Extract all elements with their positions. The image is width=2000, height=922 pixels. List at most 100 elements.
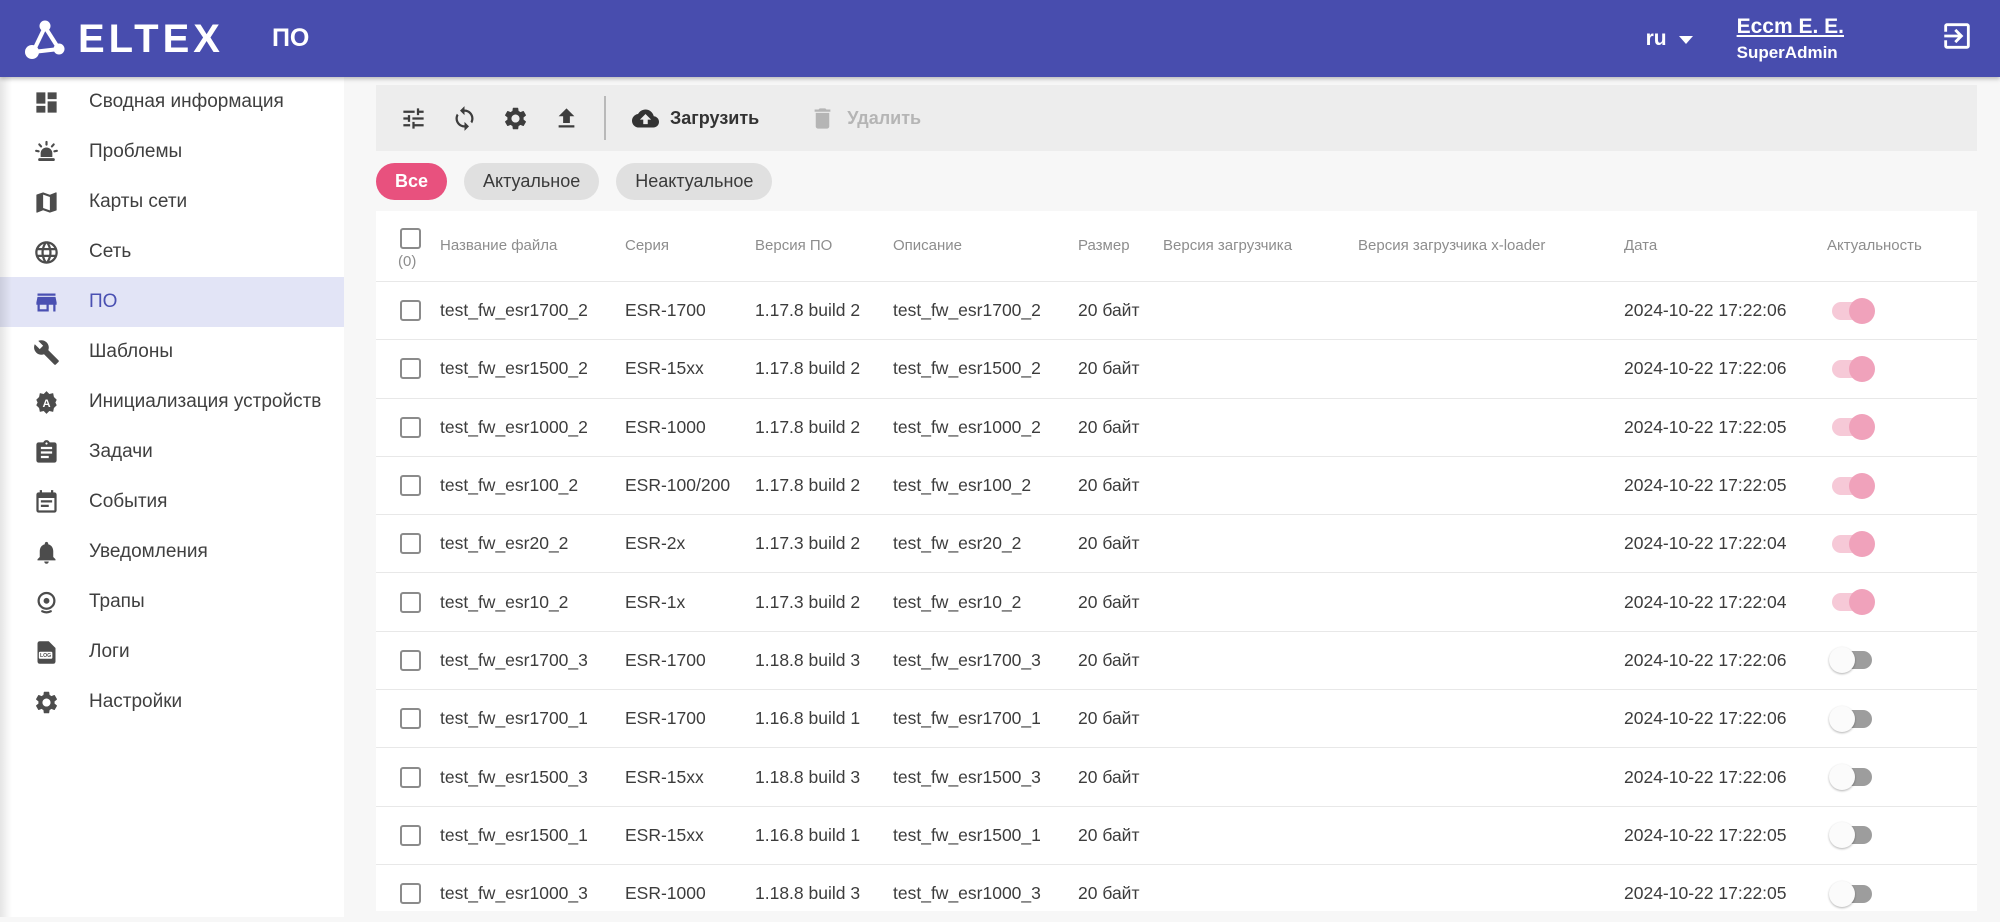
toggle-knob (1829, 822, 1855, 848)
actuality-toggle[interactable] (1829, 821, 1875, 849)
select-all-checkbox[interactable] (400, 228, 421, 249)
gear-button[interactable] (502, 105, 529, 132)
toggle-knob (1849, 414, 1875, 440)
sidebar-item-11[interactable]: Трапы (0, 577, 344, 627)
select-all-cell: (0) (376, 211, 440, 270)
actuality-toggle[interactable] (1829, 355, 1875, 383)
row-checkbox[interactable] (400, 358, 421, 379)
sidebar-item-8[interactable]: Задачи (0, 427, 344, 477)
cell-version: 1.17.8 build 2 (755, 417, 893, 438)
row-checkbox[interactable] (400, 533, 421, 554)
language-label: ru (1646, 27, 1667, 51)
cell-name: test_fw_esr1500_1 (440, 825, 625, 846)
sidebar-item-5[interactable]: ПО (0, 277, 344, 327)
row-checkbox-cell (376, 475, 440, 496)
sidebar-item-2[interactable]: Проблемы (0, 127, 344, 177)
cell-description: test_fw_esr100_2 (893, 475, 1078, 496)
tasks-icon (33, 439, 60, 466)
toggle-knob (1849, 356, 1875, 382)
actuality-toggle[interactable] (1829, 705, 1875, 733)
sidebar-item-12[interactable]: LOG Логи (0, 627, 344, 677)
firmware-table: (0) Название файлаСерияВерсия ПООписание… (376, 211, 1977, 911)
svg-text:LOG: LOG (40, 653, 51, 659)
column-header: Название файла (440, 211, 625, 254)
upload-icon (553, 105, 580, 132)
upload-firmware-button[interactable]: Загрузить (632, 105, 759, 132)
cell-size: 20 байт (1078, 650, 1163, 671)
cell-series: ESR-1700 (625, 708, 755, 729)
sidebar-item-13[interactable]: Настройки (0, 677, 344, 727)
sidebar-item-label: Задачи (89, 441, 153, 463)
row-checkbox[interactable] (400, 417, 421, 438)
actuality-toggle[interactable] (1829, 472, 1875, 500)
sidebar-item-label: Карты сети (89, 191, 187, 213)
row-checkbox-cell (376, 883, 440, 904)
cell-size: 20 байт (1078, 592, 1163, 613)
row-checkbox[interactable] (400, 767, 421, 788)
actuality-filter-chips: Все Актуальное Неактуальное (376, 163, 2000, 200)
actuality-cell (1827, 413, 1977, 441)
actuality-toggle[interactable] (1829, 588, 1875, 616)
row-checkbox[interactable] (400, 883, 421, 904)
cell-name: test_fw_esr100_2 (440, 475, 625, 496)
row-checkbox[interactable] (400, 592, 421, 613)
sidebar-item-label: Логи (89, 641, 130, 663)
language-selector[interactable]: ru (1646, 27, 1693, 51)
sidebar-item-3[interactable]: Карты сети (0, 177, 344, 227)
table-row: test_fw_esr1700_3ESR-17001.18.8 build 3t… (376, 631, 1977, 689)
actuality-toggle[interactable] (1829, 646, 1875, 674)
sidebar-item-label: Инициализация устройств (89, 391, 321, 413)
toggle-knob (1849, 298, 1875, 324)
map-icon (33, 189, 60, 216)
row-checkbox[interactable] (400, 650, 421, 671)
sidebar-item-label: Трапы (89, 591, 145, 613)
filter-chip-3[interactable]: Неактуальное (616, 163, 772, 200)
cell-version: 1.17.3 build 2 (755, 592, 893, 613)
tune-icon (400, 105, 427, 132)
cell-date: 2024-10-22 17:22:05 (1624, 417, 1827, 438)
sidebar-item-label: Проблемы (89, 141, 182, 163)
row-checkbox-cell (376, 300, 440, 321)
actuality-toggle[interactable] (1829, 297, 1875, 325)
refresh-button[interactable] (451, 105, 478, 132)
upload-button[interactable] (553, 105, 580, 132)
sidebar-item-1[interactable]: Сводная информация (0, 77, 344, 127)
actuality-toggle[interactable] (1829, 413, 1875, 441)
eltex-logo[interactable]: ELTEX (22, 16, 224, 62)
sidebar-item-7[interactable]: AИнициализация устройств (0, 377, 344, 427)
logout-button[interactable] (1940, 19, 1974, 58)
sidebar-item-6[interactable]: Шаблоны (0, 327, 344, 377)
actuality-cell (1827, 297, 1977, 325)
row-checkbox[interactable] (400, 300, 421, 321)
delete-firmware-button[interactable]: Удалить (809, 105, 921, 132)
row-checkbox[interactable] (400, 708, 421, 729)
sidebar-item-10[interactable]: Уведомления (0, 527, 344, 577)
row-checkbox[interactable] (400, 475, 421, 496)
main-content: Загрузить Удалить Все Актуальное Неактуаль… (344, 77, 2000, 917)
page-title: ПО (272, 24, 309, 53)
cell-version: 1.18.8 build 3 (755, 883, 893, 904)
actuality-toggle[interactable] (1829, 530, 1875, 558)
user-name-link[interactable]: Eccm E. E. (1737, 14, 1844, 40)
filter-chip-2[interactable]: Актуальное (464, 163, 599, 200)
sidebar-item-4[interactable]: Сеть (0, 227, 344, 277)
cell-version: 1.18.8 build 3 (755, 650, 893, 671)
toggle-knob (1829, 764, 1855, 790)
column-header: Дата (1624, 211, 1827, 254)
filter-chip-1[interactable]: Все (376, 163, 447, 200)
sidebar-item-9[interactable]: События (0, 477, 344, 527)
actuality-cell (1827, 355, 1977, 383)
cell-date: 2024-10-22 17:22:06 (1624, 708, 1827, 729)
cell-name: test_fw_esr1700_1 (440, 708, 625, 729)
tune-button[interactable] (400, 105, 427, 132)
row-checkbox[interactable] (400, 825, 421, 846)
toggle-knob (1849, 531, 1875, 557)
settings-icon (33, 689, 60, 716)
actuality-toggle[interactable] (1829, 880, 1875, 908)
table-row: test_fw_esr1000_2ESR-10001.17.8 build 2t… (376, 398, 1977, 456)
cell-series: ESR-1000 (625, 417, 755, 438)
cell-version: 1.17.8 build 2 (755, 300, 893, 321)
row-checkbox-cell (376, 767, 440, 788)
actuality-toggle[interactable] (1829, 763, 1875, 791)
cell-date: 2024-10-22 17:22:04 (1624, 592, 1827, 613)
